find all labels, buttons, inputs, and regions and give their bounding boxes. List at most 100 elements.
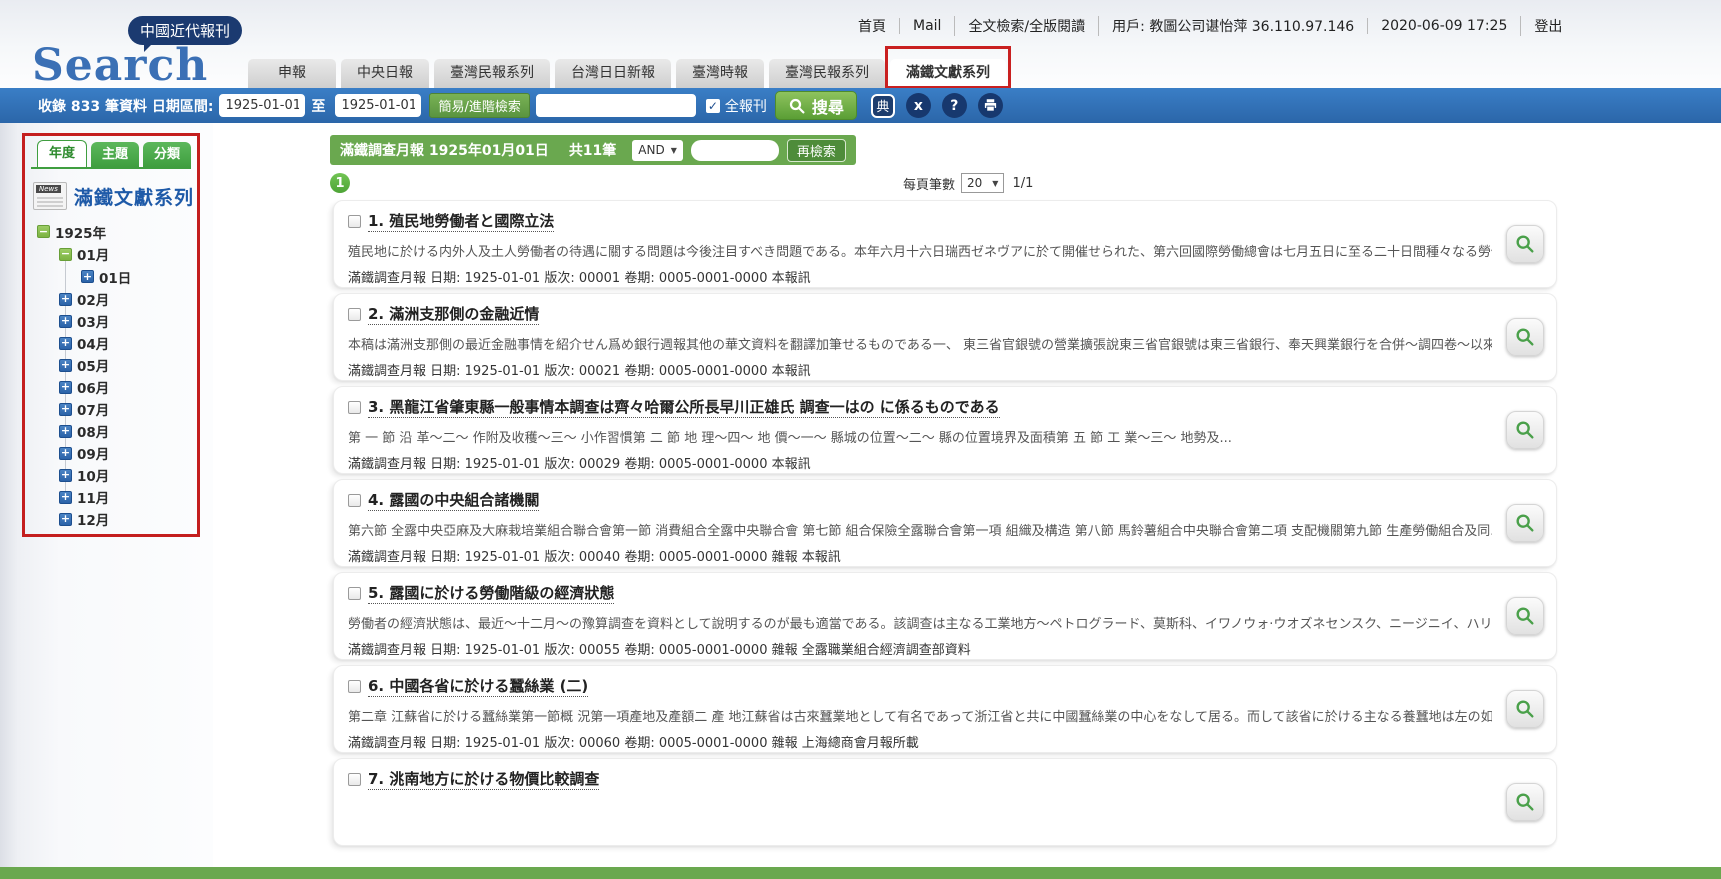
result-checkbox[interactable]: [348, 401, 361, 414]
tree-node-label[interactable]: 12月: [77, 509, 109, 529]
sidebar-tabs: 年度 主題 分類: [31, 140, 191, 169]
view-detail-button[interactable]: [1506, 783, 1544, 821]
view-detail-button[interactable]: [1506, 504, 1544, 542]
top-header: Search 中國近代報刊 首頁 Mail 全文檢索/全版閱讀 用戶: 教圖公司…: [0, 0, 1721, 88]
tree-node-label[interactable]: 10月: [77, 465, 109, 485]
print-icon[interactable]: [978, 93, 1003, 118]
result-title-link[interactable]: 1. 殖民地勞働者と國際立法: [368, 210, 554, 232]
newspaper-tab[interactable]: 臺灣民報系列: [434, 59, 550, 88]
tree-node: 01日: [31, 265, 191, 288]
tree-toggle-icon[interactable]: [59, 425, 72, 438]
refine-search-input[interactable]: [691, 140, 779, 161]
tree-node: 03月: [31, 310, 191, 332]
tree-toggle-icon[interactable]: [59, 293, 72, 306]
top-nav: 首頁 Mail 全文檢索/全版閱讀 用戶: 教圖公司谌怡萍 36.110.97.…: [845, 16, 1575, 36]
tree-node-label[interactable]: 1925年: [55, 222, 106, 242]
newspaper-tab[interactable]: 滿鐵文獻系列: [890, 59, 1006, 88]
keyword-input[interactable]: [536, 94, 696, 117]
tree-toggle-icon[interactable]: [81, 270, 94, 283]
tree-node-label[interactable]: 08月: [77, 421, 109, 441]
top-nav-item[interactable]: 首頁: [845, 16, 899, 36]
page-number-badge[interactable]: 1: [330, 173, 350, 193]
result-title-link[interactable]: 4. 露國の中央組合諸機關: [368, 489, 539, 511]
tree-node-label[interactable]: 05月: [77, 355, 109, 375]
result-card: 1. 殖民地勞働者と國際立法 殖民地に於ける内外人及土人勞働者の待遇に關する問題…: [333, 200, 1557, 288]
newspaper-tab[interactable]: 臺灣民報系列: [769, 59, 885, 88]
tree-node-label[interactable]: 07月: [77, 399, 109, 419]
simple-advanced-search-button[interactable]: 簡易/進階檢索: [429, 93, 529, 118]
view-detail-button[interactable]: [1506, 690, 1544, 728]
result-card: 5. 露國に於ける勞働階級の經濟狀態 勞働者の經濟狀態は、最近〜十二月〜の豫算調…: [333, 572, 1557, 660]
tree-toggle-icon[interactable]: [59, 491, 72, 504]
result-meta: 滿鐵調查月報 日期: 1925-01-01 版次: 00021 卷期: 0005…: [348, 360, 1492, 379]
top-nav-item[interactable]: 全文檢索/全版閱讀: [954, 16, 1098, 36]
tree-toggle-icon[interactable]: [59, 447, 72, 460]
newspaper-tab[interactable]: 申報: [248, 59, 336, 88]
view-detail-button[interactable]: [1506, 225, 1544, 263]
refine-search-button[interactable]: 再檢索: [787, 139, 846, 162]
top-nav-item[interactable]: 登出: [1520, 16, 1575, 36]
result-meta: 滿鐵調查月報 日期: 1925-01-01 版次: 00040 卷期: 0005…: [348, 546, 1492, 565]
tree-node-label[interactable]: 09月: [77, 443, 109, 463]
sidebar-tab[interactable]: 分類: [143, 142, 191, 167]
tree-node-label[interactable]: 11月: [77, 487, 109, 507]
tree-toggle-icon[interactable]: [59, 315, 72, 328]
result-card: 4. 露國の中央組合諸機關 第六節 全露中央亞麻及大麻栽培業組合聯合會第一節 消…: [333, 479, 1557, 567]
result-title-link[interactable]: 6. 中國各省に於ける蠶絲業 (二): [368, 675, 588, 697]
result-title-link[interactable]: 5. 露國に於ける勞働階級の經濟狀態: [368, 582, 614, 604]
newspaper-tab[interactable]: 中央日報: [341, 59, 429, 88]
close-icon[interactable]: x: [906, 93, 931, 118]
tree-toggle-icon[interactable]: [59, 469, 72, 482]
logo-search-text: Search: [32, 40, 208, 91]
sidebar-tab[interactable]: 年度: [37, 140, 87, 167]
date-to-input[interactable]: [335, 94, 421, 117]
result-checkbox[interactable]: [348, 494, 361, 507]
top-nav-item[interactable]: Mail: [899, 18, 954, 34]
result-checkbox[interactable]: [348, 587, 361, 600]
newspaper-tab[interactable]: 臺灣時報: [676, 59, 764, 88]
result-title-row: 3. 黑龍江省肇東縣一般事情本調查は齊々哈爾公所長早川正雄氏 調查一はの に係る…: [348, 396, 1492, 418]
page-size-select[interactable]: 20▼: [961, 173, 1004, 193]
tree-node-label[interactable]: 01日: [99, 267, 131, 287]
top-nav-item[interactable]: 2020-06-09 17:25: [1367, 18, 1520, 34]
search-button[interactable]: 搜尋: [775, 91, 857, 120]
tree-toggle-icon[interactable]: [59, 513, 72, 526]
result-title-link[interactable]: 3. 黑龍江省肇東縣一般事情本調查は齊々哈爾公所長早川正雄氏 調查一はの に係る…: [368, 396, 1000, 418]
date-from-input[interactable]: [219, 94, 305, 117]
help-icon[interactable]: ?: [942, 93, 967, 118]
search-icon: [788, 97, 806, 115]
sidebar-tab[interactable]: 主題: [91, 142, 139, 167]
tree-node-label[interactable]: 01月: [77, 244, 109, 264]
result-checkbox[interactable]: [348, 308, 361, 321]
result-checkbox[interactable]: [348, 215, 361, 228]
top-nav-item[interactable]: 用戶: 教圖公司谌怡萍 36.110.97.146: [1098, 16, 1367, 36]
result-checkbox[interactable]: [348, 680, 361, 693]
dictionary-icon[interactable]: 典: [871, 94, 895, 118]
tree-toggle-icon[interactable]: [37, 225, 50, 238]
operator-select[interactable]: AND▼: [632, 140, 683, 161]
all-papers-checkbox[interactable]: ✓: [706, 99, 720, 113]
view-detail-button[interactable]: [1506, 411, 1544, 449]
result-title-link[interactable]: 2. 滿洲支那側の金融近情: [368, 303, 539, 325]
tree-toggle-icon[interactable]: [59, 337, 72, 350]
newspaper-tab[interactable]: 台灣日日新報: [555, 59, 671, 88]
tree-node-label[interactable]: 02月: [77, 289, 109, 309]
result-checkbox[interactable]: [348, 773, 361, 786]
tree-toggle-icon[interactable]: [59, 403, 72, 416]
tree-toggle-icon[interactable]: [59, 381, 72, 394]
site-logo: Search: [32, 40, 208, 91]
view-detail-button[interactable]: [1506, 318, 1544, 356]
chevron-down-icon: ▼: [671, 146, 677, 155]
tree-toggle-icon[interactable]: [59, 248, 72, 261]
tree-node-label[interactable]: 03月: [77, 311, 109, 331]
magnifier-icon: [1514, 512, 1536, 534]
view-detail-button[interactable]: [1506, 597, 1544, 635]
result-list: 1. 殖民地勞働者と國際立法 殖民地に於ける内外人及土人勞働者の待遇に關する問題…: [333, 200, 1557, 851]
magnifier-icon: [1514, 698, 1536, 720]
result-title-link[interactable]: 7. 洮南地方に於ける物價比較調查: [368, 768, 599, 790]
tree-node-label[interactable]: 06月: [77, 377, 109, 397]
footer-bar: [0, 867, 1721, 879]
tree-node-label[interactable]: 04月: [77, 333, 109, 353]
tree-toggle-icon[interactable]: [59, 359, 72, 372]
result-header-bar: 滿鐵調查月報 1925年01月01日 共11筆 AND▼ 再檢索: [330, 135, 856, 165]
